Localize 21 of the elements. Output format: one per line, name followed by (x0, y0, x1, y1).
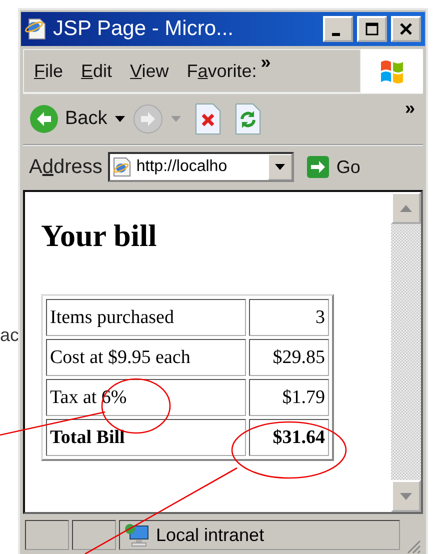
address-field[interactable]: http://localho (108, 152, 294, 182)
back-button[interactable]: Back (29, 104, 108, 134)
menu-item[interactable]: Edit (81, 60, 112, 82)
cut-off-text: ac (0, 325, 20, 346)
zone-indicator: Local intranet (119, 520, 400, 550)
page-heading: Your bill (41, 218, 158, 254)
menu-overflow[interactable]: » (260, 52, 271, 73)
address-label: Address (29, 156, 102, 178)
table-cell: $31.64 (249, 419, 329, 456)
table-cell: 3 (249, 299, 329, 336)
menu-item[interactable]: View (130, 60, 169, 82)
table-cell: Items purchased (46, 299, 246, 336)
table-cell: Cost at $9.95 each (46, 339, 246, 376)
table-cell: $1.79 (249, 379, 329, 416)
menu-item[interactable]: Favorite: (186, 60, 257, 82)
toolbar-overflow[interactable]: » (404, 98, 415, 119)
table-cell: Total Bill (46, 419, 246, 456)
table-cell: $29.85 (249, 339, 329, 376)
window-title: JSP Page - Micro... (53, 17, 235, 41)
go-button[interactable]: Go (300, 155, 360, 179)
menu-item[interactable]: File (34, 60, 64, 82)
